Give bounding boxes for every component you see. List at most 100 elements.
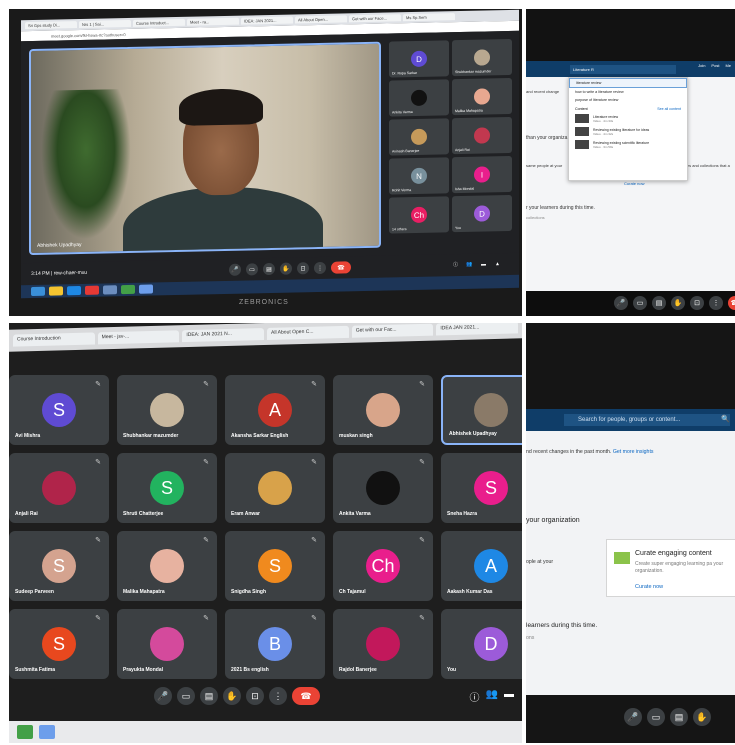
see-all-link[interactable]: See all content — [657, 107, 681, 111]
participant-tile[interactable]: Ch ✎ Ch Tajamul — [333, 531, 433, 601]
header-nav-item[interactable]: Post — [711, 63, 719, 68]
header-nav-item[interactable]: Me — [725, 63, 731, 68]
participant-tile[interactable]: D Dr. Rupa Sarkar — [389, 40, 449, 78]
browser-tab[interactable]: Sri Gps study Di... — [25, 21, 77, 30]
edge-icon[interactable] — [67, 285, 81, 296]
people-icon[interactable]: 👥 — [486, 689, 498, 704]
participant-tile[interactable]: Avinash Banerjee — [389, 118, 449, 156]
mic-button[interactable]: 🎤 — [614, 296, 628, 310]
participant-tile[interactable]: Ch 14 others — [389, 196, 449, 234]
curate-now-link[interactable]: Curate now — [624, 181, 644, 186]
participant-tile[interactable]: ✎ Shubhankar mazumder — [117, 375, 217, 445]
participant-tile[interactable]: A✎Aakash Kumar Das — [441, 531, 522, 601]
content-result[interactable]: Literature review Video · 4m 33s — [569, 112, 687, 125]
participant-tile[interactable]: ✎ Eram Anwar — [225, 453, 325, 523]
browser-tab[interactable]: Course Introduction — [13, 332, 95, 347]
browser-tab[interactable]: Get with our Fac... — [351, 323, 434, 338]
participant-tile[interactable]: B ✎ 2021 Bs english — [225, 609, 325, 679]
speaker-tile[interactable]: Abhishek Upadhyay — [29, 41, 381, 256]
present-button[interactable]: ⊡ — [690, 296, 704, 310]
raise-hand-button[interactable]: ✋ — [671, 296, 685, 310]
app-icon[interactable] — [39, 725, 55, 739]
search-input[interactable]: Literature R — [570, 65, 676, 74]
chat-icon[interactable]: ▬ — [504, 689, 514, 704]
search-suggestion[interactable]: purpose of literature review — [569, 96, 687, 104]
captions-button[interactable]: ▤ — [670, 708, 688, 726]
app-icon[interactable] — [139, 284, 153, 294]
participant-tile[interactable]: ✎ Anjali Rai — [9, 453, 109, 523]
people-icon[interactable]: 👥 — [465, 260, 474, 269]
camera-button[interactable]: ▭ — [177, 687, 195, 705]
participant-tile[interactable]: N Rohit Verma — [389, 157, 449, 195]
header-nav-item[interactable]: Join — [698, 63, 705, 68]
browser-tab[interactable]: IDEA JAN 2021... — [436, 323, 519, 336]
camera-button[interactable]: ▭ — [647, 708, 665, 726]
get-more-insights-link[interactable]: Get more insights — [613, 449, 654, 455]
participant-tile[interactable]: S✎Sneha Hazra — [441, 453, 522, 523]
app-icon[interactable] — [103, 285, 117, 295]
captions-button[interactable]: ▤ — [652, 296, 666, 310]
participant-tile[interactable]: S ✎ Sudeep Parveen — [9, 531, 109, 601]
present-button[interactable]: ⊡ — [246, 687, 264, 705]
explorer-icon[interactable] — [49, 286, 63, 296]
browser-tab[interactable]: Meet - ra... — [187, 17, 239, 26]
captions-button[interactable]: ▤ — [263, 262, 275, 276]
start-icon[interactable] — [31, 286, 45, 297]
camera-button[interactable]: ▭ — [633, 296, 647, 310]
browser-tab[interactable]: All About Open... — [295, 15, 347, 24]
chrome-icon[interactable] — [85, 285, 99, 295]
participant-tile[interactable]: ✎ Malika Mahapatra — [117, 531, 217, 601]
curate-now-link[interactable]: Curate now — [635, 584, 663, 590]
activities-icon[interactable]: ▲ — [493, 259, 502, 268]
participant-tile[interactable]: I Isha Mondal — [452, 155, 512, 194]
participant-tile[interactable]: D You — [452, 194, 512, 233]
end-call-button[interactable]: ☎ — [331, 261, 351, 274]
participant-tile[interactable]: Shubhankar mazumder — [452, 38, 512, 77]
content-result[interactable]: Reviewing existing literature for ideas V… — [569, 125, 687, 138]
camera-button[interactable]: ▭ — [246, 263, 258, 276]
participant-tile[interactable]: Anjali Rai — [452, 116, 512, 155]
browser-tab[interactable]: Get with our Face... — [349, 14, 401, 23]
participant-tile[interactable]: ✎ Prayukta Mondal — [117, 609, 217, 679]
mic-button[interactable]: 🎤 — [154, 687, 172, 705]
more-options-button[interactable]: ⋮ — [709, 296, 723, 310]
content-result[interactable]: Reviewing existing scientific literature… — [569, 138, 687, 151]
present-button[interactable]: ⊡ — [297, 262, 309, 275]
participant-tile[interactable]: A ✎ Akansha Sarkar English — [225, 375, 325, 445]
more-options-button[interactable]: ⋮ — [314, 261, 326, 275]
chat-icon[interactable]: ▬ — [479, 259, 488, 268]
browser-tab[interactable]: Ms Sp.Sem — [403, 13, 455, 22]
participant-tile[interactable]: ✎Abhishek Upadhyay — [441, 375, 522, 445]
browser-tab[interactable]: Course Introduct... — [133, 18, 185, 27]
info-icon[interactable]: ⓘ — [451, 260, 460, 269]
raise-hand-button[interactable]: ✋ — [223, 687, 241, 705]
excel-icon[interactable] — [121, 284, 135, 295]
browser-tab[interactable]: IDEA: JAN 2021 N... — [182, 328, 265, 343]
end-call-button[interactable]: ☎ — [728, 296, 735, 310]
participant-tile[interactable]: ✎ Ankita Varma — [333, 453, 433, 523]
participant-tile[interactable]: S ✎ Shruti Chatterjee — [117, 453, 217, 523]
raise-hand-button[interactable]: ✋ — [693, 708, 711, 726]
raise-hand-button[interactable]: ✋ — [280, 262, 292, 275]
participant-tile[interactable]: S ✎ Avi Mishra — [9, 375, 109, 445]
captions-button[interactable]: ▤ — [200, 687, 218, 705]
browser-tab[interactable]: IDEA: JAN 2021... — [241, 16, 293, 25]
participant-tile[interactable]: S ✎ Snigdha Singh — [225, 531, 325, 601]
more-options-button[interactable]: ⋮ — [269, 687, 287, 705]
search-suggestion[interactable]: how to write a literature review — [569, 88, 687, 96]
participant-tile[interactable]: Malika Mahapatra — [452, 77, 512, 116]
mic-button[interactable]: 🎤 — [229, 263, 241, 276]
search-suggestion[interactable]: literature review — [569, 78, 687, 88]
search-icon[interactable]: 🔍 — [721, 415, 730, 423]
browser-tab[interactable]: Nrs 1 | Sai... — [79, 19, 131, 29]
participant-tile[interactable]: ✎ muskan singh — [333, 375, 433, 445]
browser-tab[interactable]: Meet - jsv-... — [97, 330, 180, 345]
participant-tile[interactable]: Ankita Varma — [389, 79, 449, 117]
participant-tile[interactable]: D✎You — [441, 609, 522, 679]
info-icon[interactable]: ⓘ — [470, 689, 480, 704]
browser-tab[interactable]: All About Open C... — [267, 325, 349, 340]
end-call-button[interactable]: ☎ — [292, 687, 320, 705]
excel-icon[interactable] — [17, 725, 33, 739]
mic-button[interactable]: 🎤 — [624, 708, 642, 726]
participant-tile[interactable]: ✎ Rajdol Banerjee — [333, 609, 433, 679]
